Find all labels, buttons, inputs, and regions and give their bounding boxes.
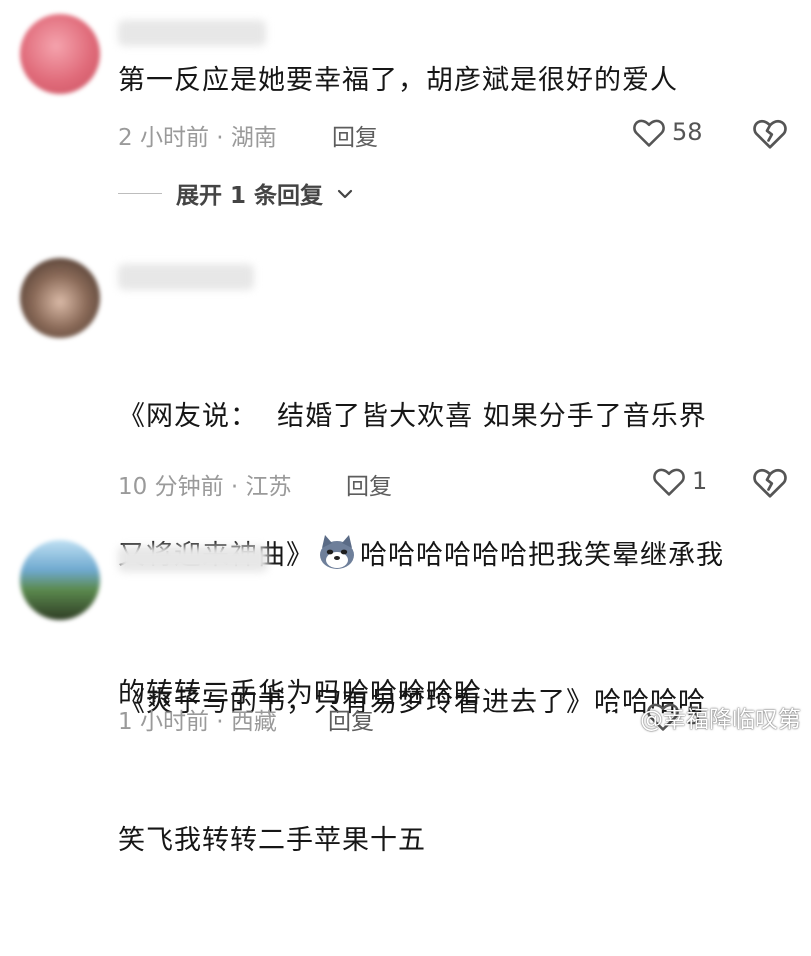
dislike-button[interactable] xyxy=(752,116,788,150)
comment-meta: 10 分钟前 · 江苏 xyxy=(118,474,292,500)
comment-meta: 2 小时前 · 湖南 xyxy=(118,125,277,151)
reply-button[interactable]: 回复 xyxy=(328,702,374,736)
broken-heart-icon xyxy=(752,116,788,150)
avatar[interactable] xyxy=(20,14,100,94)
reply-button[interactable]: 回复 xyxy=(346,467,392,501)
watermark-text: @幸福降临叹第 xyxy=(640,707,801,733)
reply-button[interactable]: 回复 xyxy=(332,118,378,152)
expand-label: 展开 1 条回复 xyxy=(176,183,324,209)
username-blurred[interactable] xyxy=(118,546,268,572)
broken-heart-icon xyxy=(752,465,788,499)
comment-line: 笑飞我转转二手苹果十五 xyxy=(118,825,426,856)
weibo-eye-icon xyxy=(608,704,634,730)
like-button[interactable]: 1 xyxy=(652,465,707,497)
wolf-emoji xyxy=(320,535,354,569)
username-blurred[interactable] xyxy=(118,20,266,46)
like-count: 1 xyxy=(692,467,708,495)
expand-replies-button[interactable]: 展开 1 条回复 xyxy=(118,176,353,210)
dislike-button[interactable] xyxy=(752,465,788,499)
heart-outline-icon xyxy=(652,465,686,497)
divider-line xyxy=(118,192,162,194)
like-button[interactable]: 58 xyxy=(632,116,703,148)
chevron-down-icon xyxy=(337,180,353,206)
comment-text: 《爽子写的书，只有易梦玲看进去了》哈哈哈哈 笑飞我转转二手苹果十五 xyxy=(118,588,706,956)
heart-outline-icon xyxy=(632,116,666,148)
watermark: @幸福降临叹第 xyxy=(608,700,801,734)
avatar[interactable] xyxy=(20,258,100,338)
avatar[interactable] xyxy=(20,540,100,620)
comment-meta: 1 小时前 · 西藏 xyxy=(118,709,277,735)
comment-text: 第一反应是她要幸福了，胡彦斌是很好的爱人 xyxy=(118,65,678,96)
comment-line: 《网友说： 结婚了皆大欢喜 如果分手了音乐界 xyxy=(118,401,707,432)
username-blurred[interactable] xyxy=(118,264,254,290)
like-count: 58 xyxy=(672,118,703,146)
